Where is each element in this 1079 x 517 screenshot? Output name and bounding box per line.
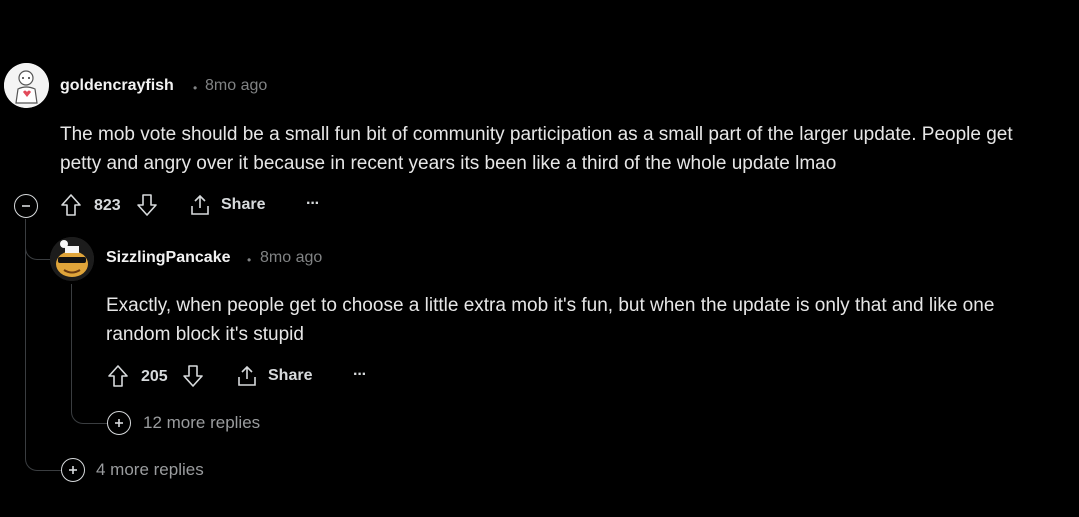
share-icon (191, 194, 209, 215)
reply-timestamp[interactable]: 8mo ago (260, 249, 322, 267)
upvote-arrow-icon (108, 365, 128, 387)
vote-score: 205 (141, 368, 168, 385)
comment-timestamp[interactable]: 8mo ago (205, 77, 267, 95)
more-replies-label: 4 more replies (96, 460, 204, 479)
thread-curve-reply (25, 232, 50, 260)
more-replies-label: 12 more replies (143, 413, 261, 432)
share-icon (238, 365, 256, 386)
collapse-thread-button[interactable] (14, 194, 38, 218)
avatar-goldencrayfish-icon (4, 63, 49, 108)
upvote-arrow-icon (61, 194, 81, 216)
downvote-arrow-icon (137, 194, 157, 216)
share-label: Share (268, 367, 313, 384)
avatar-sizzlingpancake-icon (50, 237, 94, 281)
share-button[interactable]: Share (236, 365, 312, 387)
meta-separator: • (247, 253, 252, 267)
downvote-arrow-icon (183, 365, 203, 387)
avatar[interactable] (50, 237, 94, 281)
more-replies-button[interactable]: 12 more replies (107, 411, 260, 435)
meta-separator: • (193, 81, 198, 95)
share-label: Share (221, 196, 266, 213)
vote-score: 823 (94, 197, 121, 214)
thread-curve-reply-more (71, 395, 108, 424)
minus-icon (22, 205, 30, 207)
reply-username[interactable]: SizzlingPancake (106, 249, 231, 267)
downvote-button[interactable] (136, 193, 158, 217)
downvote-button[interactable] (182, 364, 204, 388)
upvote-button[interactable] (60, 193, 82, 217)
more-options-button[interactable]: ··· (353, 366, 367, 384)
more-replies-button[interactable]: 4 more replies (61, 458, 204, 482)
thread-line-reply (71, 284, 72, 402)
plus-icon (61, 458, 85, 482)
reply-body-line: Exactly, when people get to choose a lit… (106, 295, 995, 316)
plus-icon (107, 411, 131, 435)
comment-username[interactable]: goldencrayfish (60, 77, 174, 95)
upvote-button[interactable] (107, 364, 129, 388)
comment-body: The mob vote should be a small fun bit o… (60, 120, 1013, 178)
reply-body: Exactly, when people get to choose a lit… (106, 291, 994, 349)
thread-curve-more (25, 440, 62, 471)
reply-body-line: random block it's stupid (106, 324, 304, 345)
comment-body-line: petty and angry over it because in recen… (60, 153, 837, 174)
comment-body-line: The mob vote should be a small fun bit o… (60, 124, 1013, 145)
more-options-button[interactable]: ··· (306, 195, 320, 213)
share-button[interactable]: Share (189, 194, 265, 216)
avatar[interactable] (4, 63, 49, 108)
